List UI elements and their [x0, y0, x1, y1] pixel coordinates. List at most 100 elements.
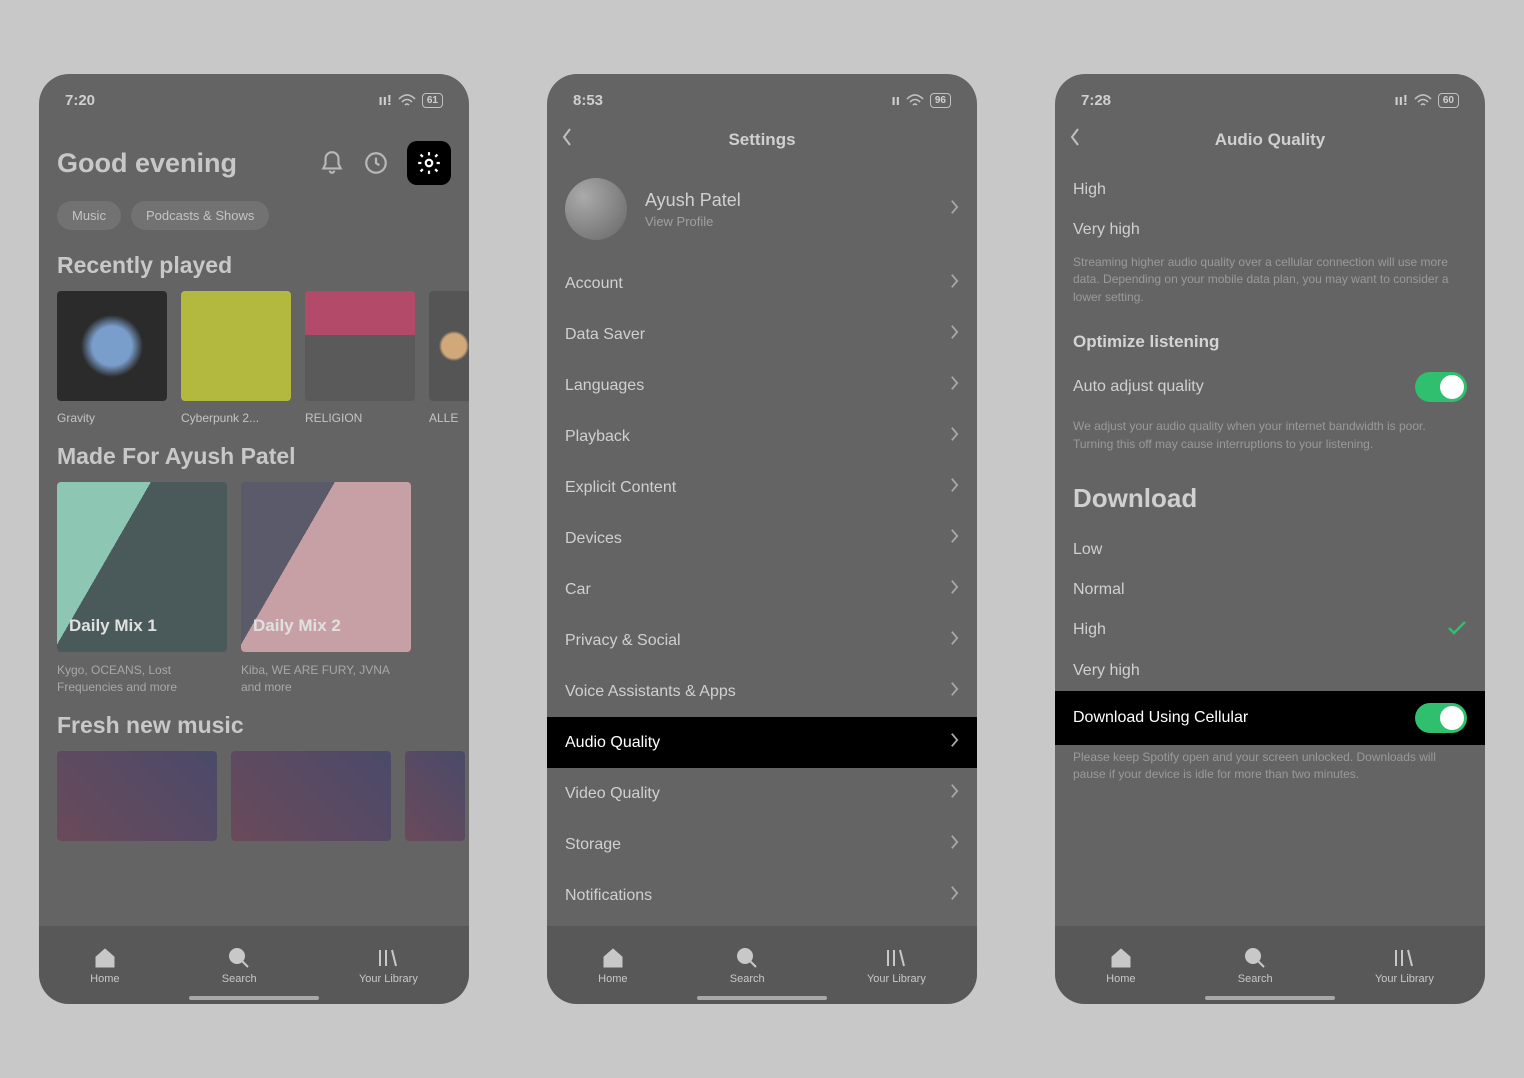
settings-item-privacy-social[interactable]: Privacy & Social — [547, 615, 977, 666]
screen-settings: 8:53 ıı 96 Settings Ayush Patel View Pro… — [547, 74, 977, 1004]
chevron-right-icon — [950, 630, 959, 651]
section-made-for-title: Made For Ayush Patel — [39, 437, 469, 482]
auto-adjust-label: Auto adjust quality — [1073, 378, 1204, 396]
settings-item-label: Notifications — [565, 887, 652, 905]
chip-podcasts[interactable]: Podcasts & Shows — [131, 201, 269, 230]
bell-icon[interactable] — [319, 150, 345, 176]
settings-item-devices[interactable]: Devices — [547, 513, 977, 564]
status-time: 8:53 — [573, 92, 603, 109]
auto-adjust-help: We adjust your audio quality when your i… — [1055, 414, 1485, 469]
recently-item[interactable]: Gravity — [57, 291, 167, 425]
daily-mix-card[interactable]: Daily Mix 2 Kiba, WE ARE FURY, JVNA and … — [241, 482, 411, 696]
chevron-right-icon — [950, 199, 959, 220]
settings-item-account[interactable]: Account — [547, 258, 977, 309]
status-time: 7:20 — [65, 92, 95, 109]
nav-search[interactable]: Search — [1238, 946, 1273, 985]
card-caption: Gravity — [57, 411, 167, 425]
fresh-tile[interactable] — [57, 751, 217, 841]
chevron-right-icon — [950, 426, 959, 447]
settings-item-label: Audio Quality — [565, 734, 660, 752]
nav-search[interactable]: Search — [222, 946, 257, 985]
chevron-right-icon — [950, 273, 959, 294]
recently-item[interactable]: Cyberpunk 2... — [181, 291, 291, 425]
status-bar: 7:28 ıı! 60 — [1055, 74, 1485, 119]
settings-list: AccountData SaverLanguages Playback Explic… — [547, 258, 977, 921]
nav-home[interactable]: Home — [598, 946, 627, 985]
profile-row[interactable]: Ayush Patel View Profile — [547, 170, 977, 258]
settings-button[interactable] — [407, 141, 451, 185]
battery-icon: 61 — [422, 93, 443, 108]
auto-adjust-row[interactable]: Auto adjust quality — [1055, 360, 1485, 414]
card-caption: RELIGION — [305, 411, 415, 425]
greeting-text: Good evening — [57, 148, 237, 179]
history-icon[interactable] — [363, 150, 389, 176]
chevron-right-icon — [950, 528, 959, 549]
settings-item-label: Playback — [565, 428, 630, 446]
screen-home: 7:20 ıı! 61 Good evening Music Podcasts … — [39, 74, 469, 1004]
download-cellular-help: Please keep Spotify open and your screen… — [1055, 745, 1485, 800]
download-option[interactable]: High — [1055, 610, 1485, 651]
recently-item[interactable]: RELIGION — [305, 291, 415, 425]
chevron-right-icon — [950, 783, 959, 804]
chevron-right-icon — [950, 324, 959, 345]
settings-item-label: Car — [565, 581, 591, 599]
nav-library[interactable]: Your Library — [359, 946, 418, 985]
stream-option[interactable]: Very high — [1055, 210, 1485, 250]
download-cellular-row[interactable]: Download Using Cellular — [1055, 691, 1485, 745]
download-option[interactable]: Low — [1055, 530, 1485, 570]
signal-icon: ıı! — [379, 92, 392, 109]
nav-library[interactable]: Your Library — [867, 946, 926, 985]
nav-home[interactable]: Home — [90, 946, 119, 985]
fresh-tile[interactable] — [231, 751, 391, 841]
download-cellular-toggle[interactable] — [1415, 703, 1467, 733]
stream-option[interactable]: High — [1055, 170, 1485, 210]
back-button[interactable] — [1069, 127, 1097, 152]
settings-item-audio-quality[interactable]: Audio Quality — [547, 717, 977, 768]
screen-audio-quality: 7:28 ıı! 60 Audio Quality High Very high… — [1055, 74, 1485, 1004]
auto-adjust-toggle[interactable] — [1415, 372, 1467, 402]
fresh-tile[interactable] — [405, 751, 465, 841]
battery-icon: 60 — [1438, 93, 1459, 108]
nav-library[interactable]: Your Library — [1375, 946, 1434, 985]
settings-item-voice-assistants-apps[interactable]: Voice Assistants & Apps — [547, 666, 977, 717]
settings-item-video-quality[interactable]: Video Quality — [547, 768, 977, 819]
settings-item-data-saver[interactable]: Data Saver — [547, 309, 977, 360]
avatar — [565, 178, 627, 240]
chevron-right-icon — [950, 732, 959, 753]
chevron-right-icon — [950, 681, 959, 702]
wifi-icon — [1414, 94, 1432, 108]
settings-item-label: Explicit Content — [565, 479, 676, 497]
profile-sub: View Profile — [645, 214, 741, 229]
home-indicator — [697, 996, 827, 1000]
recently-item[interactable]: ALLE — [429, 291, 469, 425]
daily-mix-sub: Kygo, OCEANS, Lost Frequencies and more — [57, 662, 227, 696]
nav-home[interactable]: Home — [1106, 946, 1135, 985]
chevron-left-icon — [1069, 127, 1081, 147]
bottom-nav: Home Search Your Library — [547, 926, 977, 1004]
nav-search[interactable]: Search — [730, 946, 765, 985]
status-bar: 8:53 ıı 96 — [547, 74, 977, 119]
download-option[interactable]: Normal — [1055, 570, 1485, 610]
settings-item-languages[interactable]: Languages — [547, 360, 977, 411]
settings-item-explicit-content[interactable]: Explicit Content — [547, 462, 977, 513]
status-bar: 7:20 ıı! 61 — [39, 74, 469, 119]
back-button[interactable] — [561, 127, 589, 152]
settings-item-car[interactable]: Car — [547, 564, 977, 615]
settings-item-label: Storage — [565, 836, 621, 854]
chip-music[interactable]: Music — [57, 201, 121, 230]
bottom-nav: Home Search Your Library — [1055, 926, 1485, 1004]
download-option[interactable]: Very high — [1055, 651, 1485, 691]
settings-item-playback[interactable]: Playback — [547, 411, 977, 462]
settings-item-label: Devices — [565, 530, 622, 548]
daily-mix-sub: Kiba, WE ARE FURY, JVNA and more — [241, 662, 411, 696]
battery-icon: 96 — [930, 93, 951, 108]
status-time: 7:28 — [1081, 92, 1111, 109]
download-options: LowNormalHighVery high — [1055, 530, 1485, 691]
settings-item-notifications[interactable]: Notifications — [547, 870, 977, 921]
daily-mix-card[interactable]: Daily Mix 1 Kygo, OCEANS, Lost Frequenci… — [57, 482, 227, 696]
chevron-right-icon — [950, 477, 959, 498]
bottom-nav: Home Search Your Library — [39, 926, 469, 1004]
chevron-right-icon — [950, 375, 959, 396]
settings-item-storage[interactable]: Storage — [547, 819, 977, 870]
signal-icon: ıı! — [1395, 92, 1408, 109]
